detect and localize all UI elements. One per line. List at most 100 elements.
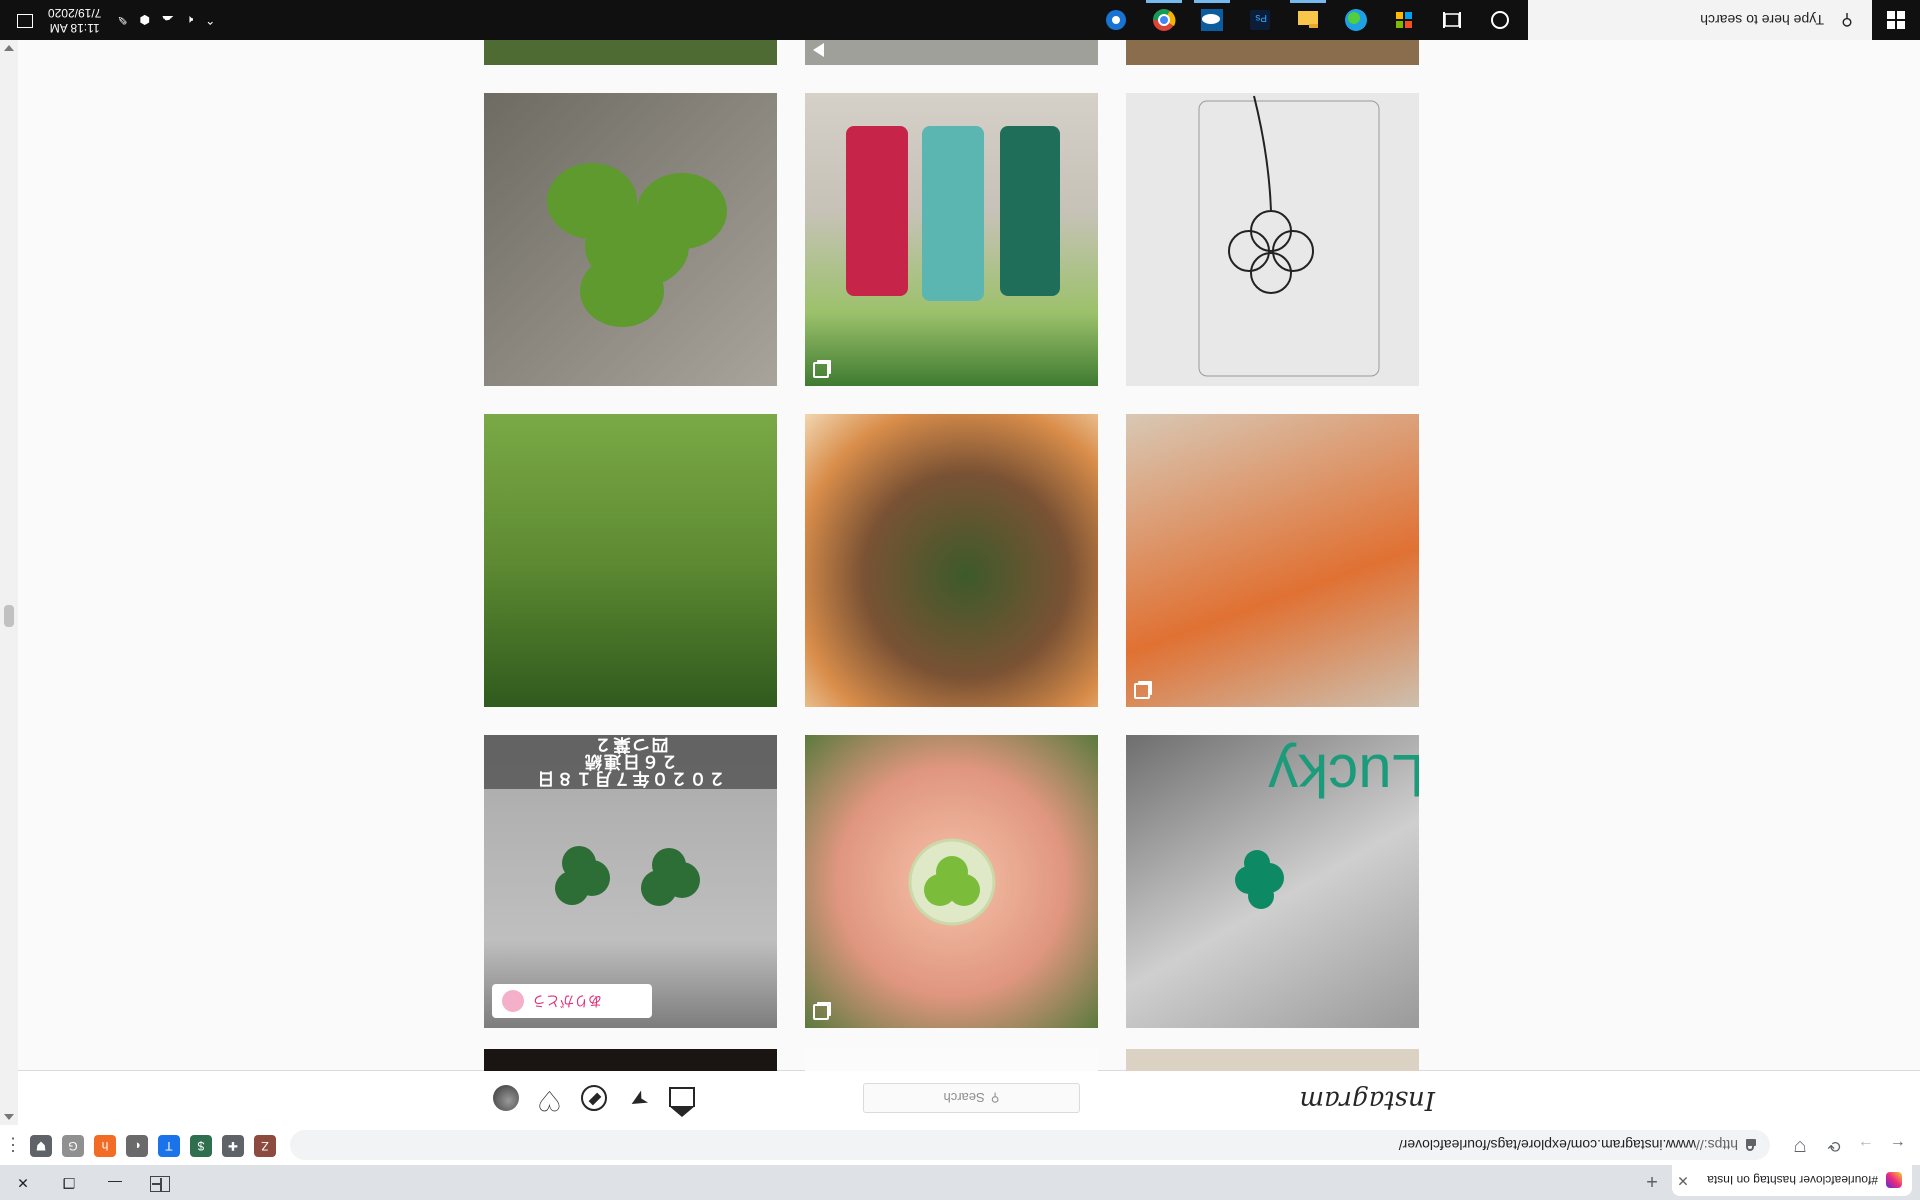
post-thumbnail[interactable] [484, 1049, 777, 1071]
post-thumbnail[interactable] [484, 40, 777, 65]
address-bar[interactable]: https:// www.instagram.com/explore/tags/… [290, 1130, 1770, 1160]
post-thumbnail[interactable] [1126, 40, 1419, 65]
file-explorer-icon[interactable] [1294, 6, 1322, 34]
caption-line: ２６日連続 [583, 752, 678, 771]
scroll-up-arrow-icon[interactable] [4, 1114, 14, 1120]
post-thumbnail[interactable] [805, 414, 1098, 707]
pen-icon[interactable]: ✎ [117, 13, 127, 27]
window-controls: — ❐ ✕ [0, 1165, 138, 1200]
action-center-icon[interactable] [0, 0, 48, 40]
active-app-indicator [1146, 0, 1182, 3]
new-tab-button[interactable]: + [1639, 1168, 1665, 1194]
tab-close-icon[interactable]: ✕ [1672, 1172, 1694, 1189]
search-icon: ⚲ [990, 1091, 1000, 1105]
reload-button[interactable]: ⟳ [1822, 1133, 1846, 1157]
grammarly-icon[interactable]: G [62, 1135, 84, 1157]
chrome-icon[interactable] [1150, 6, 1178, 34]
rotated-screen: #fourleafclover hashtag on Insta ✕ + — ❐… [0, 0, 1920, 1200]
cortana-icon[interactable] [1486, 6, 1514, 34]
direct-message-icon[interactable] [625, 1085, 651, 1111]
clock[interactable]: 11:18 AM 7/19/2020 [48, 5, 101, 35]
dark-reader-icon[interactable]: ◐ [126, 1135, 148, 1157]
forward-button[interactable]: → [1854, 1133, 1878, 1157]
taskbar-search-box[interactable]: ⚲ Type here to search [1528, 0, 1872, 40]
close-window-button[interactable]: ✕ [0, 1165, 46, 1200]
tab-search-icon[interactable] [150, 1176, 170, 1192]
settings-icon[interactable] [1102, 6, 1130, 34]
clover-pendant-icon [908, 838, 996, 926]
search-placeholder: Search [943, 1090, 985, 1106]
bookmark-icon[interactable]: ⛊ [30, 1135, 52, 1157]
post-thumbnail[interactable] [805, 40, 1098, 65]
lucky-overlay-text: Lucky [1268, 742, 1419, 809]
profile-avatar-icon[interactable]: Z [254, 1135, 276, 1157]
edge-icon[interactable] [1342, 6, 1370, 34]
microsoft-store-icon[interactable] [1390, 6, 1418, 34]
clover-drawing-icon [1198, 95, 1380, 377]
scroll-down-arrow-icon[interactable] [4, 45, 14, 51]
photoshop-icon[interactable]: Ps [1246, 6, 1274, 34]
profile-avatar-icon[interactable] [493, 1085, 519, 1111]
browser-tab-instagram[interactable]: #fourleafclover hashtag on Insta ✕ [1672, 1165, 1912, 1196]
browser-tabstrip: #fourleafclover hashtag on Insta ✕ + — ❐… [0, 1165, 1920, 1200]
post-thumbnail[interactable] [805, 735, 1098, 1028]
browser-menu-button[interactable]: ⋮ [4, 1133, 22, 1157]
post-thumbnail[interactable] [1126, 1049, 1419, 1071]
four-leaf-clover-photo-icon [547, 163, 727, 327]
onedrive-cloud-icon[interactable]: ☁ [162, 13, 174, 27]
bookmark-star-icon[interactable]: ⛉ [1788, 1133, 1812, 1157]
instagram-logo[interactable]: Instagram [1299, 1085, 1435, 1115]
post-thumbnail[interactable] [805, 93, 1098, 386]
dropbox-icon[interactable]: ⬢ [139, 13, 149, 27]
task-view-icon[interactable] [1438, 6, 1466, 34]
search-icon: ⚲ [1841, 11, 1853, 28]
activity-heart-icon[interactable] [537, 1085, 563, 1111]
post-thumbnail[interactable] [805, 1049, 1098, 1071]
video-indicator-icon [813, 43, 824, 57]
caption-line: 四つ葉２ [592, 735, 669, 754]
search-input[interactable]: ⚲ Search [863, 1083, 1080, 1113]
onedrive-icon[interactable] [1198, 6, 1226, 34]
url-scheme: https:// [1695, 1137, 1738, 1153]
windows-logo-icon [1897, 11, 1905, 19]
windows-logo-icon [1897, 21, 1905, 29]
windows-taskbar: ⚲ Type here to search Ps ⌃ 🔈︎ ☁ ⬢ ✎ 11:1… [0, 0, 1920, 40]
back-button[interactable]: ← [1886, 1133, 1910, 1157]
extensions-area: Z ✚ $ T ◐ h G ⛊ [30, 1135, 286, 1157]
home-icon[interactable] [669, 1087, 695, 1107]
post-thumbnail[interactable] [1126, 93, 1419, 386]
restore-button[interactable]: ❐ [46, 1165, 92, 1200]
instagram-nav-icons [475, 1085, 695, 1111]
browser-toolbar: ← → ⟳ ⛉ https:// www.instagram.com/explo… [0, 1124, 1920, 1165]
explore-icon[interactable] [581, 1085, 607, 1111]
puzzle-icon[interactable]: ✚ [222, 1135, 244, 1157]
active-app-indicator [1194, 0, 1230, 3]
instagram-favicon-icon [1886, 1172, 1902, 1189]
carousel-indicator-icon [1134, 683, 1150, 699]
active-app-indicator [1290, 0, 1326, 3]
honey-icon[interactable]: h [94, 1135, 116, 1157]
system-tray: ⌃ 🔈︎ ☁ ⬢ ✎ 11:18 AM 7/19/2020 [48, 0, 227, 40]
tab-title: #fourleafclover hashtag on Insta [1707, 1173, 1878, 1188]
svg-text:Ps: Ps [1255, 12, 1267, 23]
url-text: www.instagram.com/explore/tags/fourleafc… [1398, 1137, 1696, 1153]
minimize-button[interactable]: — [92, 1165, 138, 1200]
carousel-indicator-icon [813, 362, 829, 378]
translate-icon[interactable]: T [158, 1135, 180, 1157]
volume-icon[interactable]: 🔈︎ [186, 13, 193, 28]
beer-cans-icon [846, 126, 1060, 301]
scrollbar-thumb[interactable] [4, 605, 14, 627]
carousel-indicator-icon [813, 1004, 829, 1020]
windows-logo-icon [1887, 11, 1895, 19]
post-thumbnail[interactable]: ２０２０年７月１８日 ２６日連続 四つ葉２ ありがとう [484, 735, 777, 1028]
chevron-up-icon[interactable]: ⌃ [205, 13, 215, 27]
post-thumbnail[interactable] [484, 93, 777, 386]
post-thumbnail[interactable] [1126, 414, 1419, 707]
page-scrollbar[interactable] [0, 40, 18, 1125]
money-icon[interactable]: $ [190, 1135, 212, 1157]
post-thumbnail[interactable]: Lucky [1126, 735, 1419, 1028]
windows-logo-icon [1887, 21, 1895, 29]
lock-icon [1746, 1139, 1756, 1151]
post-thumbnail[interactable] [484, 414, 777, 707]
start-button[interactable] [1872, 0, 1920, 40]
